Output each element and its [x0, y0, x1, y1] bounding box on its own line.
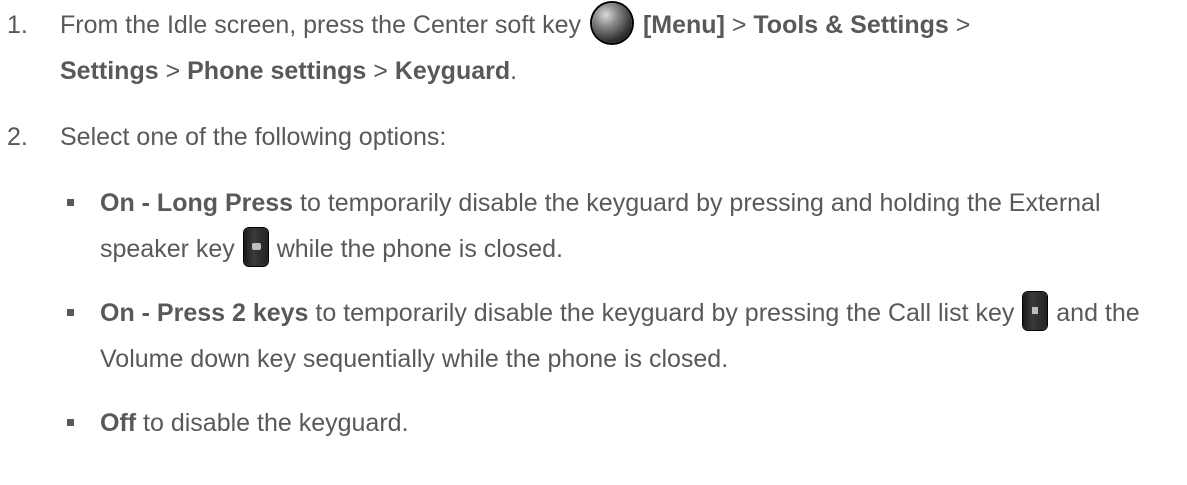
option-text: to temporarily disable the keyguard by p… [308, 299, 1022, 327]
path-separator: > [366, 57, 395, 85]
external-speaker-key-icon [243, 228, 268, 267]
call-list-key-icon [1023, 292, 1048, 331]
option-title: Off [100, 409, 137, 437]
period: . [510, 57, 518, 85]
step-text: Select one of the following options: [60, 123, 447, 151]
step-2: 2. Select one of the following options: [0, 114, 1187, 160]
path-separator: > [158, 57, 188, 85]
step-number: 2. [7, 123, 28, 151]
bullet-icon [67, 199, 74, 206]
step-text: From the Idle screen, press the Center s… [60, 11, 589, 39]
path-phone-settings: Phone settings [187, 57, 367, 85]
path-settings: Settings [60, 57, 159, 85]
step-number: 1. [7, 11, 28, 39]
bullet-icon [67, 419, 74, 426]
option-text: to disable the keyguard. [136, 409, 409, 437]
instructions-document: 1. From the Idle screen, press the Cente… [0, 0, 1187, 446]
option-on-press-2-keys: On - Press 2 keys to temporarily disable… [0, 290, 1187, 382]
center-soft-key-icon [592, 3, 633, 44]
menu-label: [Menu] [642, 11, 725, 39]
path-keyguard: Keyguard [394, 57, 511, 85]
step-1: 1. From the Idle screen, press the Cente… [0, 2, 1187, 94]
option-title: On - Long Press [100, 189, 294, 217]
option-on-long-press: On - Long Press to temporarily disable t… [0, 180, 1187, 272]
path-separator: > [948, 11, 971, 39]
options-list: On - Long Press to temporarily disable t… [0, 180, 1187, 446]
option-off: Off to disable the keyguard. [0, 400, 1187, 446]
bullet-icon [67, 309, 74, 316]
option-title: On - Press 2 keys [100, 299, 309, 327]
option-text: while the phone is closed. [269, 235, 563, 263]
path-separator: > [724, 11, 754, 39]
path-tools-settings: Tools & Settings [753, 11, 949, 39]
